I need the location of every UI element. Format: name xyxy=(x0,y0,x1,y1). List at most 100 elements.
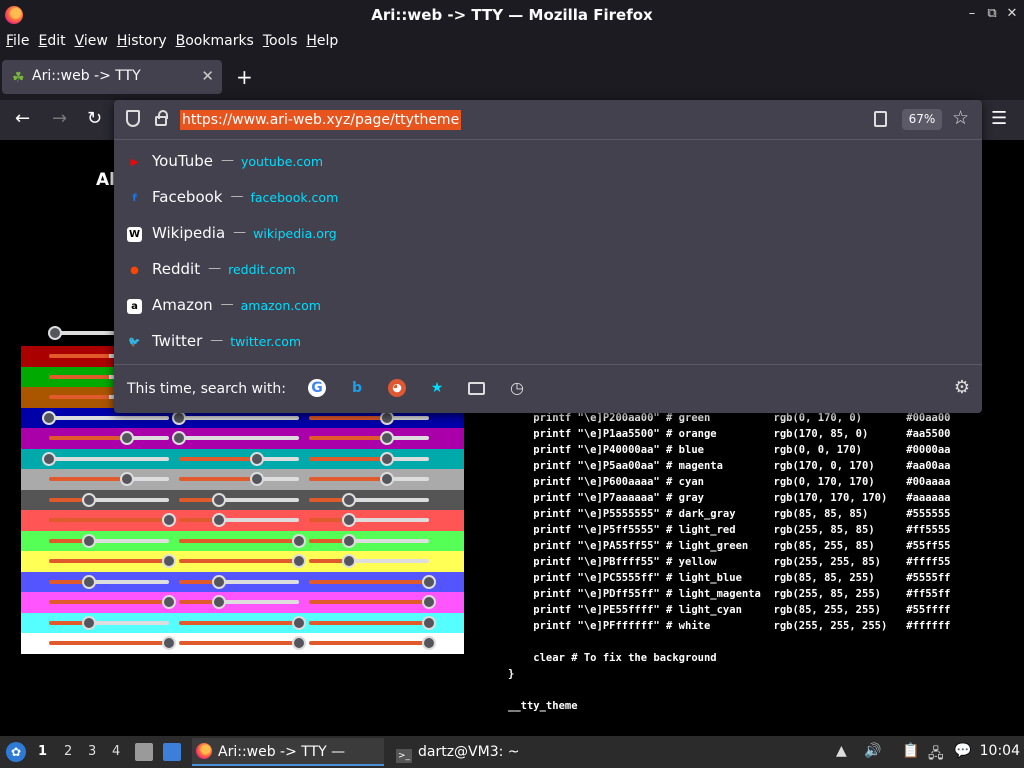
rgb-slider[interactable] xyxy=(179,615,306,630)
rgb-slider[interactable] xyxy=(309,513,429,527)
slider-knob[interactable] xyxy=(341,554,356,568)
slider-knob[interactable] xyxy=(162,513,176,527)
rgb-slider[interactable] xyxy=(49,554,176,568)
reader-view-icon[interactable] xyxy=(874,111,887,127)
suggestion-wikipedia[interactable]: W Wikipedia — wikipedia.org xyxy=(114,216,982,252)
slider-knob[interactable] xyxy=(42,451,56,466)
slider-knob[interactable] xyxy=(250,472,264,486)
suggestion-facebook[interactable]: f Facebook — facebook.com xyxy=(114,180,982,216)
rgb-slider[interactable] xyxy=(309,410,429,425)
rgb-slider[interactable] xyxy=(309,431,429,445)
file-manager-icon[interactable] xyxy=(135,743,153,761)
menu-history[interactable]: History xyxy=(117,30,167,54)
rgb-slider[interactable] xyxy=(49,615,169,630)
task-firefox[interactable]: Ari::web -> TTY — Mo… xyxy=(192,738,384,766)
slider-knob[interactable] xyxy=(422,574,436,589)
close-window-icon[interactable]: ✕ xyxy=(1006,6,1018,21)
tabs-icon[interactable] xyxy=(468,382,485,395)
rgb-slider[interactable] xyxy=(172,431,299,445)
notification-icon[interactable]: 💬 xyxy=(954,743,971,759)
slider-knob[interactable] xyxy=(42,410,56,425)
menu-bookmarks[interactable]: Bookmarks xyxy=(176,30,254,54)
minimize-icon[interactable]: – xyxy=(966,6,978,21)
slider-knob[interactable] xyxy=(48,326,62,340)
slider-knob[interactable] xyxy=(81,492,96,507)
google-icon[interactable]: G xyxy=(308,379,326,397)
suggestion-reddit[interactable]: ● Reddit — reddit.com xyxy=(114,252,982,288)
slider-knob[interactable] xyxy=(162,554,176,568)
new-tab-button[interactable]: + xyxy=(236,65,253,89)
rgb-slider[interactable] xyxy=(179,595,299,609)
menu-help[interactable]: Help xyxy=(306,30,338,54)
rgb-slider[interactable] xyxy=(309,636,436,650)
start-menu-icon[interactable]: ✿ xyxy=(6,742,26,762)
rgb-slider[interactable] xyxy=(49,472,169,486)
slider-knob[interactable] xyxy=(211,513,226,527)
zoom-level-button[interactable]: 67% xyxy=(902,109,942,130)
slider-knob[interactable] xyxy=(380,431,394,445)
slider-knob[interactable] xyxy=(172,431,186,445)
slider-knob[interactable] xyxy=(380,472,394,486)
workspace-3[interactable]: 3 xyxy=(88,744,96,759)
menu-view[interactable]: View xyxy=(75,30,108,54)
suggestion-youtube[interactable]: ▶ YouTube — youtube.com xyxy=(114,144,982,180)
rgb-slider[interactable] xyxy=(179,636,306,650)
rgb-slider[interactable] xyxy=(179,533,306,548)
history-clock-icon[interactable]: ◷ xyxy=(508,379,526,397)
tracking-protection-shield-icon[interactable] xyxy=(126,110,140,127)
duckduckgo-icon[interactable]: ◕ xyxy=(388,379,406,397)
gear-icon[interactable]: ⚙ xyxy=(954,377,970,398)
palette-slider[interactable] xyxy=(48,326,115,340)
slider-knob[interactable] xyxy=(81,615,96,630)
slider-knob[interactable] xyxy=(162,636,176,650)
rgb-slider[interactable] xyxy=(49,574,169,589)
slider-knob[interactable] xyxy=(422,595,436,609)
menu-tools[interactable]: Tools xyxy=(263,30,298,54)
menu-edit[interactable]: Edit xyxy=(38,30,65,54)
slider-knob[interactable] xyxy=(81,574,96,589)
forward-arrow-icon[interactable]: → xyxy=(52,108,67,129)
rgb-slider[interactable] xyxy=(309,595,436,609)
suggestion-twitter[interactable]: 🐦 Twitter — twitter.com xyxy=(114,324,982,360)
slider-knob[interactable] xyxy=(422,615,436,630)
back-arrow-icon[interactable]: ← xyxy=(15,108,30,129)
rgb-slider[interactable] xyxy=(49,595,176,609)
tab-ari-web[interactable]: ☘ Ari::web -> TTY ✕ xyxy=(2,60,222,94)
hamburger-menu-icon[interactable]: ☰ xyxy=(991,108,1007,129)
volume-icon[interactable]: 🔊 xyxy=(864,743,881,759)
rgb-slider[interactable] xyxy=(309,472,429,486)
rgb-slider[interactable] xyxy=(179,451,299,466)
slider-knob[interactable] xyxy=(380,451,394,466)
slider-knob[interactable] xyxy=(341,533,356,548)
workspace-4[interactable]: 4 xyxy=(112,744,120,759)
rgb-slider[interactable] xyxy=(49,533,169,548)
rgb-slider[interactable] xyxy=(179,513,299,527)
rgb-slider[interactable] xyxy=(172,410,299,425)
rgb-slider[interactable] xyxy=(179,492,299,507)
slider-knob[interactable] xyxy=(211,492,226,507)
slider-knob[interactable] xyxy=(292,554,306,568)
rgb-slider[interactable] xyxy=(49,492,169,507)
slider-knob[interactable] xyxy=(292,636,306,650)
task-terminal[interactable]: >_ dartz@VM3: ~ xyxy=(392,738,522,766)
rgb-slider[interactable] xyxy=(309,451,429,466)
rgb-slider[interactable] xyxy=(49,513,176,527)
url-input[interactable]: https://www.ari-web.xyz/page/ttytheme xyxy=(180,110,462,130)
maximize-icon[interactable]: ⧉ xyxy=(986,6,998,21)
bookmark-star-icon[interactable]: ☆ xyxy=(952,107,969,129)
slider-knob[interactable] xyxy=(211,595,226,609)
workspace-1[interactable]: 1 xyxy=(38,744,47,759)
workspace-2[interactable]: 2 xyxy=(64,744,72,759)
rgb-slider[interactable] xyxy=(179,554,306,568)
rgb-slider[interactable] xyxy=(49,431,169,445)
slider-knob[interactable] xyxy=(211,574,226,589)
slider-knob[interactable] xyxy=(422,636,436,650)
lock-icon[interactable] xyxy=(155,110,168,126)
slider-knob[interactable] xyxy=(120,472,134,486)
suggestion-amazon[interactable]: a Amazon — amazon.com xyxy=(114,288,982,324)
rgb-slider[interactable] xyxy=(179,472,299,486)
updates-icon[interactable]: ▲ xyxy=(836,743,847,759)
show-desktop-icon[interactable] xyxy=(163,743,181,761)
bing-icon[interactable]: b xyxy=(348,379,366,397)
rgb-slider[interactable] xyxy=(179,574,299,589)
